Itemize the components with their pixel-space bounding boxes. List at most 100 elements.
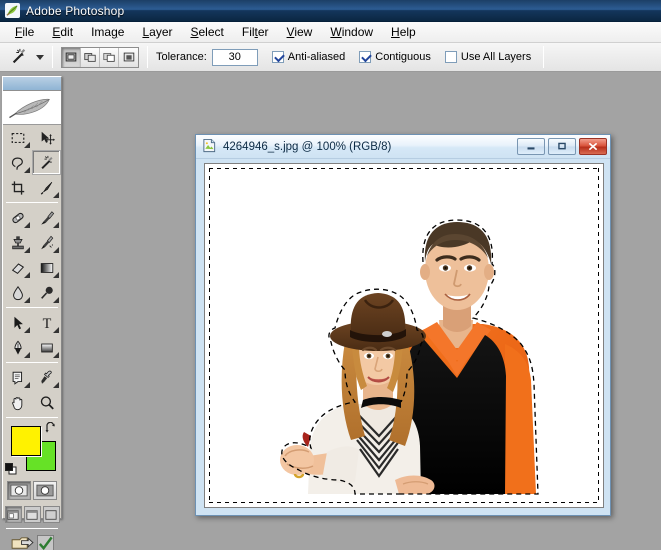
eraser-tool[interactable] <box>3 255 32 280</box>
menu-help[interactable]: Help <box>382 23 425 41</box>
svg-text:T: T <box>42 315 51 330</box>
menu-filter[interactable]: Filter <box>233 23 278 41</box>
gradient-tool[interactable] <box>32 255 61 280</box>
photoshop-feather-icon <box>5 3 20 18</box>
options-divider-3 <box>543 46 545 68</box>
default-colors-icon[interactable] <box>5 463 17 475</box>
checkmark-icon[interactable] <box>36 535 54 550</box>
menu-view[interactable]: View <box>278 23 322 41</box>
add-to-selection-button[interactable] <box>81 47 100 67</box>
contiguous-checkbox[interactable] <box>359 51 372 63</box>
flyout-triangle-icon[interactable] <box>53 382 59 388</box>
rectangular-marquee-tool[interactable] <box>3 125 32 150</box>
shape-tool[interactable] <box>32 335 61 360</box>
jump-buttons-row <box>3 531 61 550</box>
path-selection-tool[interactable] <box>3 310 32 335</box>
flyout-triangle-icon[interactable] <box>24 247 30 253</box>
options-bar: Tolerance: Anti-aliased Contiguous Use A… <box>0 43 661 72</box>
toolbox-drag-handle[interactable] <box>3 77 61 91</box>
close-button[interactable] <box>579 138 607 155</box>
notes-tool[interactable] <box>3 365 32 390</box>
use-all-layers-checkbox-row[interactable]: Use All Layers <box>444 51 531 63</box>
flyout-triangle-icon[interactable] <box>24 327 30 333</box>
anti-aliased-checkbox-row[interactable]: Anti-aliased <box>271 51 346 63</box>
color-swatch-area <box>3 420 61 478</box>
app-title-text: Adobe Photoshop <box>26 3 125 18</box>
flyout-triangle-icon[interactable] <box>53 222 59 228</box>
type-tool[interactable]: T <box>32 310 61 335</box>
jump-to-imageready-icon[interactable] <box>11 535 34 550</box>
pen-tool[interactable] <box>3 335 32 360</box>
contiguous-label: Contiguous <box>375 51 431 63</box>
new-selection-button[interactable] <box>62 47 81 67</box>
tolerance-label: Tolerance: <box>156 51 207 63</box>
contiguous-checkbox-row[interactable]: Contiguous <box>359 51 431 63</box>
flyout-triangle-icon[interactable] <box>24 167 30 173</box>
menu-bar: File Edit Image Layer Select Filter View… <box>0 22 661 43</box>
app-title-bar: Adobe Photoshop <box>0 0 661 22</box>
flyout-triangle-icon[interactable] <box>24 272 30 278</box>
slice-tool[interactable] <box>32 175 61 200</box>
history-brush-tool[interactable] <box>32 230 61 255</box>
quick-mask-mode-button[interactable] <box>33 481 57 500</box>
flyout-triangle-icon[interactable] <box>53 297 59 303</box>
menu-file[interactable]: File <box>6 23 43 41</box>
document-title-bar[interactable]: 4264946_s.jpg @ 100% (RGB/8) <box>196 135 610 159</box>
flyout-triangle-icon[interactable] <box>53 272 59 278</box>
dodge-tool[interactable] <box>32 280 61 305</box>
tolerance-input[interactable] <box>211 48 258 66</box>
magic-wand-icon[interactable] <box>6 46 32 68</box>
menu-select[interactable]: Select <box>181 23 232 41</box>
magic-wand-tool[interactable] <box>32 150 61 175</box>
flyout-triangle-icon[interactable] <box>24 297 30 303</box>
flyout-triangle-icon[interactable] <box>24 142 30 148</box>
brush-tool[interactable] <box>32 205 61 230</box>
maximize-button[interactable] <box>548 138 576 155</box>
zoom-tool[interactable] <box>32 390 61 415</box>
minimize-button[interactable] <box>517 138 545 155</box>
use-all-layers-checkbox[interactable] <box>444 51 457 63</box>
full-screen-mode-button[interactable] <box>42 506 60 523</box>
photo-content <box>205 164 603 507</box>
menu-window[interactable]: Window <box>321 23 382 41</box>
menu-layer[interactable]: Layer <box>133 23 181 41</box>
standard-mode-button[interactable] <box>7 481 31 500</box>
flyout-triangle-icon[interactable] <box>24 382 30 388</box>
blur-tool[interactable] <box>3 280 32 305</box>
subtract-from-selection-button[interactable] <box>100 47 119 67</box>
document-thumb-icon <box>202 138 217 156</box>
screen-mode-row <box>3 503 61 526</box>
tool-preset-chevron-down-icon[interactable] <box>36 54 44 60</box>
flyout-triangle-icon[interactable] <box>53 192 59 198</box>
menu-edit[interactable]: Edit <box>43 23 82 41</box>
flyout-triangle-icon[interactable] <box>24 222 30 228</box>
toolbox-selection-group <box>3 125 61 200</box>
hand-tool[interactable] <box>3 390 32 415</box>
anti-aliased-label: Anti-aliased <box>287 51 346 63</box>
eyedropper-tool[interactable] <box>32 365 61 390</box>
move-tool[interactable] <box>32 125 61 150</box>
toolbox-nav-group <box>3 365 61 415</box>
document-title-text: 4264946_s.jpg @ 100% (RGB/8) <box>223 140 392 153</box>
standard-screen-mode-button[interactable] <box>4 506 22 523</box>
toolbox-divider-1 <box>6 202 58 203</box>
toolbox-panel: T <box>2 76 62 550</box>
full-screen-with-menu-button[interactable] <box>23 506 41 523</box>
quick-mask-row <box>3 478 61 503</box>
options-divider-2 <box>147 46 148 68</box>
anti-aliased-checkbox[interactable] <box>271 51 284 63</box>
menu-image[interactable]: Image <box>82 23 133 41</box>
flyout-triangle-icon[interactable] <box>24 352 30 358</box>
clone-stamp-tool[interactable] <box>3 230 32 255</box>
foreground-color-swatch[interactable] <box>11 426 41 456</box>
intersect-selection-button[interactable] <box>119 47 138 67</box>
swap-colors-icon[interactable] <box>45 421 57 434</box>
crop-tool[interactable] <box>3 175 32 200</box>
flyout-triangle-icon[interactable] <box>53 247 59 253</box>
healing-brush-tool[interactable] <box>3 205 32 230</box>
flyout-triangle-icon[interactable] <box>53 352 59 358</box>
lasso-tool[interactable] <box>3 150 32 175</box>
image-canvas[interactable] <box>204 163 604 508</box>
flyout-triangle-icon[interactable] <box>53 327 59 333</box>
document-window: 4264946_s.jpg @ 100% (RGB/8) <box>195 134 611 516</box>
